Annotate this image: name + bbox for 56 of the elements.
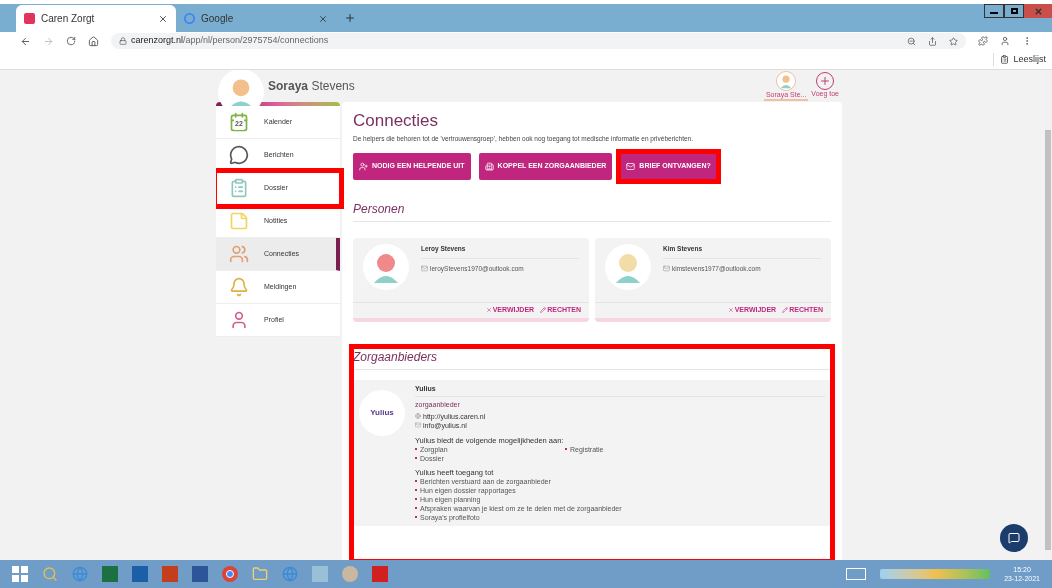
back-icon[interactable] — [20, 35, 31, 47]
profile-icon[interactable] — [1000, 36, 1010, 46]
zoom-out-icon[interactable] — [907, 36, 916, 46]
bell-icon — [229, 277, 249, 297]
chat-icon — [1008, 532, 1020, 544]
pencil-icon — [782, 307, 789, 314]
envelope-icon — [626, 161, 636, 171]
reload-icon[interactable] — [66, 36, 76, 46]
minimize-button[interactable] — [984, 4, 1004, 18]
notes-icon — [229, 211, 249, 231]
people-icon — [229, 244, 249, 264]
chat-button[interactable] — [1000, 524, 1028, 552]
page-title: Connecties — [353, 110, 440, 132]
forward-icon[interactable] — [43, 35, 54, 47]
person-icon — [229, 310, 249, 330]
provider-logo: Yulius — [359, 389, 405, 436]
cross-icon — [485, 307, 492, 314]
folder-icon[interactable] — [252, 566, 268, 582]
extensions-icon[interactable] — [978, 36, 988, 46]
list-icon — [1000, 55, 1010, 64]
tab-title: Caren Zorgt — [41, 12, 96, 26]
avatar-silhouette-icon — [777, 72, 796, 90]
url-path: /app/nl/person/2975754/connections — [183, 34, 329, 48]
windows-logo-icon[interactable] — [12, 566, 28, 582]
keyboard-icon[interactable] — [846, 568, 867, 580]
close-icon[interactable] — [158, 13, 168, 24]
browser-app-icon[interactable] — [222, 566, 238, 582]
share-icon[interactable] — [928, 36, 937, 46]
messages-icon — [229, 145, 249, 165]
file-icon — [229, 178, 249, 198]
lock-icon — [119, 37, 127, 45]
url-domain: carenzorgt.nl — [131, 34, 184, 48]
tab-title: Google — [201, 12, 235, 26]
mail-icon — [421, 264, 428, 272]
address-bar[interactable]: carenzorgt.nl/app/nl/person/2975754/connections — [111, 33, 966, 49]
globe-icon — [415, 413, 421, 420]
section-heading: Personen — [353, 199, 831, 222]
star-icon[interactable] — [949, 36, 958, 46]
search-icon[interactable] — [42, 566, 58, 582]
restore-button[interactable] — [1004, 4, 1024, 18]
person-plus-icon — [359, 161, 368, 171]
close-icon[interactable] — [318, 13, 328, 24]
new-tab-icon[interactable] — [344, 12, 356, 24]
section-heading: Zorgaanbieders — [353, 347, 831, 370]
person-avatar — [363, 243, 409, 290]
mail-icon — [663, 264, 670, 272]
user-name: Soraya Stevens — [268, 78, 355, 95]
browser-tab[interactable]: Caren Zorgt — [16, 5, 176, 32]
reading-list-button[interactable]: Leeslijst — [993, 52, 1046, 67]
person-avatar — [605, 243, 651, 290]
mail-icon — [415, 422, 421, 429]
pencil-icon — [540, 307, 547, 314]
cross-icon — [727, 307, 734, 314]
close-icon — [1033, 6, 1043, 16]
building-icon — [484, 161, 494, 171]
home-icon[interactable] — [88, 35, 99, 47]
